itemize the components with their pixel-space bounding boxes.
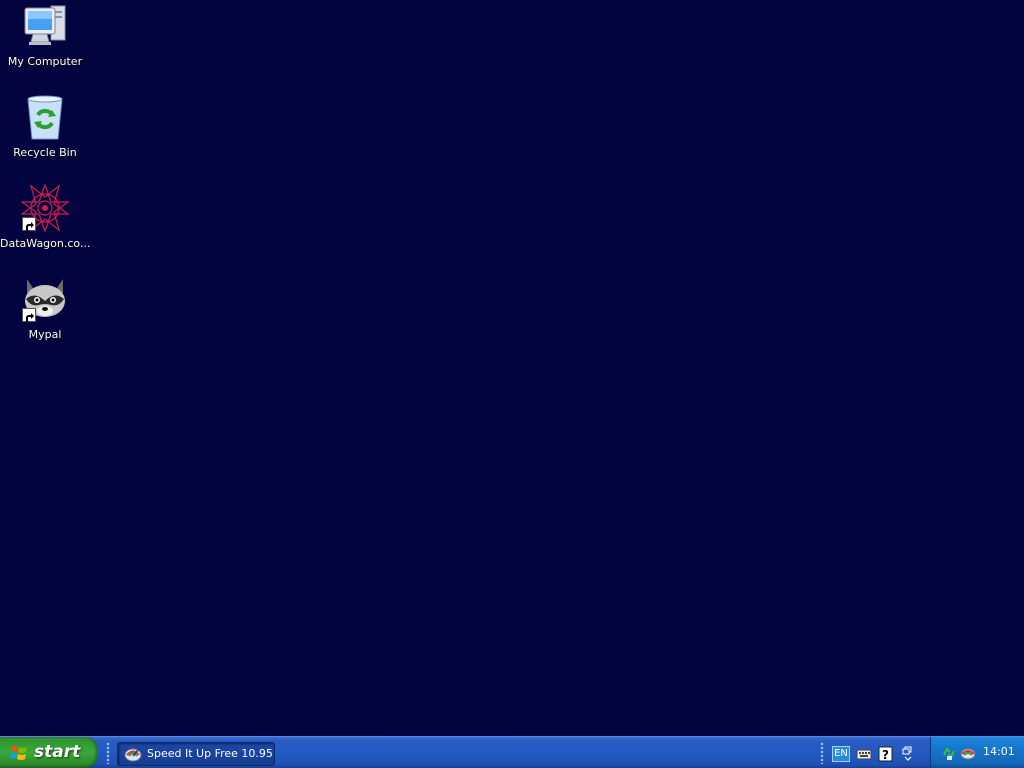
restore-icon[interactable] — [900, 745, 916, 763]
shortcut-arrow-icon — [22, 308, 36, 322]
language-indicator[interactable]: EN — [832, 746, 850, 762]
desktop[interactable]: My Computer Recycle Bin DataWagon.co... … — [0, 0, 1024, 736]
desktop-icon-datawagon[interactable]: DataWagon.co... — [0, 183, 90, 250]
desktop-icon-label: DataWagon.co... — [0, 237, 90, 250]
keyboard-icon[interactable] — [856, 745, 872, 763]
clock[interactable]: 14:01 — [983, 745, 1015, 759]
desktop-icon-mypal[interactable]: Mypal — [0, 275, 90, 341]
desktop-icon-label: Recycle Bin — [13, 146, 77, 159]
tray-recycle-icon[interactable] — [941, 745, 957, 761]
taskbar-button-label: Speed It Up Free 10.95 — [147, 747, 273, 760]
start-button[interactable]: start — [0, 737, 98, 768]
windows-logo-icon — [10, 744, 28, 762]
svg-text:?: ? — [882, 748, 889, 762]
recycle-bin-icon — [21, 93, 69, 141]
my-computer-icon — [21, 2, 69, 50]
desktop-icon-label: My Computer — [7, 55, 83, 68]
mypal-raccoon-icon — [21, 275, 69, 323]
shortcut-arrow-icon — [22, 217, 36, 231]
desktop-icon-recycle-bin[interactable]: Recycle Bin — [0, 93, 90, 159]
help-icon[interactable]: ? — [878, 745, 894, 763]
taskbar-button-speed-it-up[interactable]: Speed It Up Free 10.95 — [117, 742, 275, 766]
desktop-icon-my-computer[interactable]: My Computer — [0, 2, 90, 68]
taskbar: start Speed It Up Free 10.95 EN ? 14:01 — [0, 736, 1024, 768]
tray-speed-it-up-icon[interactable] — [960, 745, 976, 761]
language-bar-grip[interactable] — [820, 742, 824, 764]
datawagon-icon — [20, 183, 70, 233]
desktop-icon-label: Mypal — [28, 328, 62, 341]
speed-it-up-icon — [124, 746, 142, 762]
start-label: start — [34, 742, 81, 762]
system-tray: 14:01 — [930, 737, 1024, 768]
quick-launch-grip[interactable] — [106, 742, 110, 764]
